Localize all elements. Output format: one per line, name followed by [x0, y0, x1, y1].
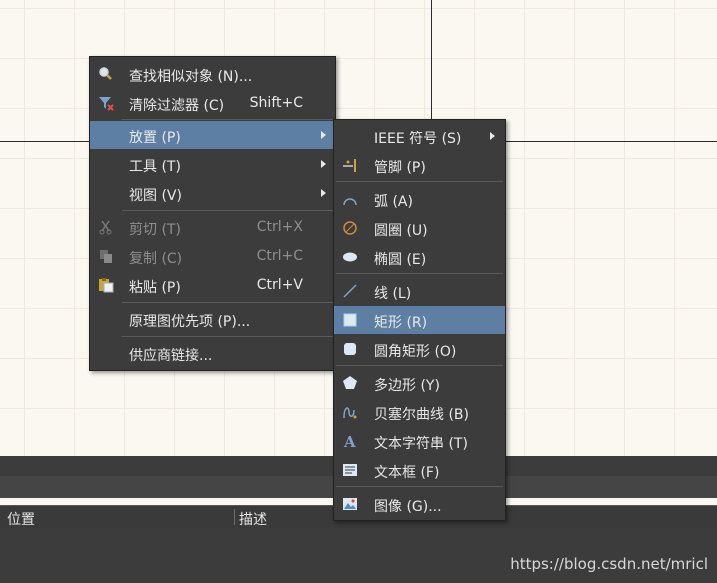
submenu-arrow-icon: [321, 160, 326, 168]
menu-item-label: 线 (L): [374, 286, 412, 302]
column-header-description[interactable]: 描述: [239, 509, 267, 529]
menu-separator: [336, 486, 503, 487]
submenu-item-arc[interactable]: 弧 (A): [334, 185, 505, 213]
context-menu: 查找相似对象 (N)... 清除过滤器 (C) Shift+C 放置 (P) 工…: [89, 56, 336, 371]
menu-item-label: 查找相似对象 (N)...: [129, 69, 253, 85]
watermark: https://blog.csdn.net/mricl: [510, 555, 708, 573]
submenu-item-ellipse[interactable]: 椭圆 (E): [334, 243, 505, 271]
menu-item-clear-filter[interactable]: 清除过滤器 (C) Shift+C: [90, 89, 335, 117]
clear-filter-icon: [98, 95, 114, 111]
menu-item-shortcut: Shift+C: [249, 95, 303, 111]
menu-separator: [122, 210, 333, 211]
round-rectangle-icon: [342, 341, 358, 357]
svg-text:A: A: [343, 433, 356, 449]
menu-separator: [122, 302, 333, 303]
menu-item-shortcut: Ctrl+C: [256, 248, 303, 264]
menu-item-label: 放置 (P): [129, 130, 181, 146]
copy-icon: [98, 248, 114, 264]
menu-item-label: 管脚 (P): [374, 160, 426, 176]
menu-item-label: 供应商链接...: [129, 348, 213, 364]
line-icon: [342, 283, 358, 299]
column-separator[interactable]: [234, 509, 235, 525]
text-string-icon: A: [342, 433, 358, 449]
polygon-icon: [342, 375, 358, 391]
column-header-position[interactable]: 位置: [7, 509, 35, 529]
circle-icon: [342, 220, 358, 236]
menu-item-label: 圆角矩形 (O): [374, 344, 457, 360]
menu-item-view[interactable]: 视图 (V): [90, 179, 335, 207]
menu-item-label: 贝塞尔曲线 (B): [374, 407, 469, 423]
menu-separator: [122, 336, 333, 337]
submenu-item-polygon[interactable]: 多边形 (Y): [334, 369, 505, 397]
menu-item-tools[interactable]: 工具 (T): [90, 150, 335, 178]
submenu-arrow-icon: [321, 189, 326, 197]
menu-item-label: 文本框 (F): [374, 465, 440, 481]
submenu-item-image[interactable]: 图像 (G)...: [334, 490, 505, 518]
menu-item-schematic-preferences[interactable]: 原理图优先项 (P)...: [90, 305, 335, 333]
menu-item-label: 清除过滤器 (C): [129, 98, 225, 114]
menu-separator: [336, 273, 503, 274]
menu-item-label: 圆圈 (U): [374, 223, 428, 239]
submenu-item-text-string[interactable]: A 文本字符串 (T): [334, 427, 505, 455]
submenu-item-circle[interactable]: 圆圈 (U): [334, 214, 505, 242]
menu-item-label: 文本字符串 (T): [374, 436, 468, 452]
menu-separator: [336, 365, 503, 366]
bezier-icon: [342, 404, 358, 420]
menu-item-label: 多边形 (Y): [374, 378, 440, 394]
menu-item-label: 图像 (G)...: [374, 499, 442, 515]
menu-item-label: 复制 (C): [129, 251, 183, 267]
submenu-item-line[interactable]: 线 (L): [334, 277, 505, 305]
submenu-arrow-icon: [490, 132, 495, 140]
menu-item-paste[interactable]: 粘贴 (P) Ctrl+V: [90, 271, 335, 299]
submenu-item-text-frame[interactable]: 文本框 (F): [334, 456, 505, 484]
canvas-crosshair-vertical: [431, 0, 432, 120]
menu-item-shortcut: Ctrl+V: [256, 277, 303, 293]
menu-item-label: 弧 (A): [374, 194, 413, 210]
menu-item-supplier-links[interactable]: 供应商链接...: [90, 339, 335, 367]
place-submenu: IEEE 符号 (S) 管脚 (P) 弧 (A) 圆圈 (U) 椭圆 (E) 线…: [333, 119, 506, 521]
text-frame-icon: [342, 462, 358, 478]
menu-item-label: IEEE 符号 (S): [374, 131, 462, 147]
find-similar-icon: [98, 66, 114, 82]
submenu-arrow-icon: [321, 131, 326, 139]
submenu-item-round-rectangle[interactable]: 圆角矩形 (O): [334, 335, 505, 363]
menu-item-cut[interactable]: 剪切 (T) Ctrl+X: [90, 213, 335, 241]
menu-item-shortcut: Ctrl+X: [256, 219, 303, 235]
menu-item-place[interactable]: 放置 (P): [90, 121, 335, 149]
cut-icon: [98, 219, 114, 235]
menu-item-label: 椭圆 (E): [374, 252, 427, 268]
menu-item-label: 工具 (T): [129, 159, 181, 175]
submenu-item-pin[interactable]: 管脚 (P): [334, 151, 505, 179]
menu-item-label: 原理图优先项 (P)...: [129, 314, 251, 330]
menu-item-copy[interactable]: 复制 (C) Ctrl+C: [90, 242, 335, 270]
submenu-item-bezier[interactable]: 贝塞尔曲线 (B): [334, 398, 505, 426]
menu-separator: [122, 119, 333, 120]
menu-item-label: 视图 (V): [129, 188, 182, 204]
image-icon: [342, 496, 358, 512]
menu-item-find-similar[interactable]: 查找相似对象 (N)...: [90, 60, 335, 88]
menu-item-label: 粘贴 (P): [129, 280, 181, 296]
menu-separator: [336, 181, 503, 182]
arc-icon: [342, 191, 358, 207]
menu-item-label: 矩形 (R): [374, 315, 428, 331]
ellipse-icon: [342, 249, 358, 265]
menu-item-label: 剪切 (T): [129, 222, 181, 238]
rectangle-icon: [342, 312, 358, 328]
submenu-item-rectangle[interactable]: 矩形 (R): [334, 306, 505, 334]
pin-icon: [342, 157, 358, 173]
paste-icon: [98, 277, 114, 293]
submenu-item-ieee-symbols[interactable]: IEEE 符号 (S): [334, 122, 505, 150]
